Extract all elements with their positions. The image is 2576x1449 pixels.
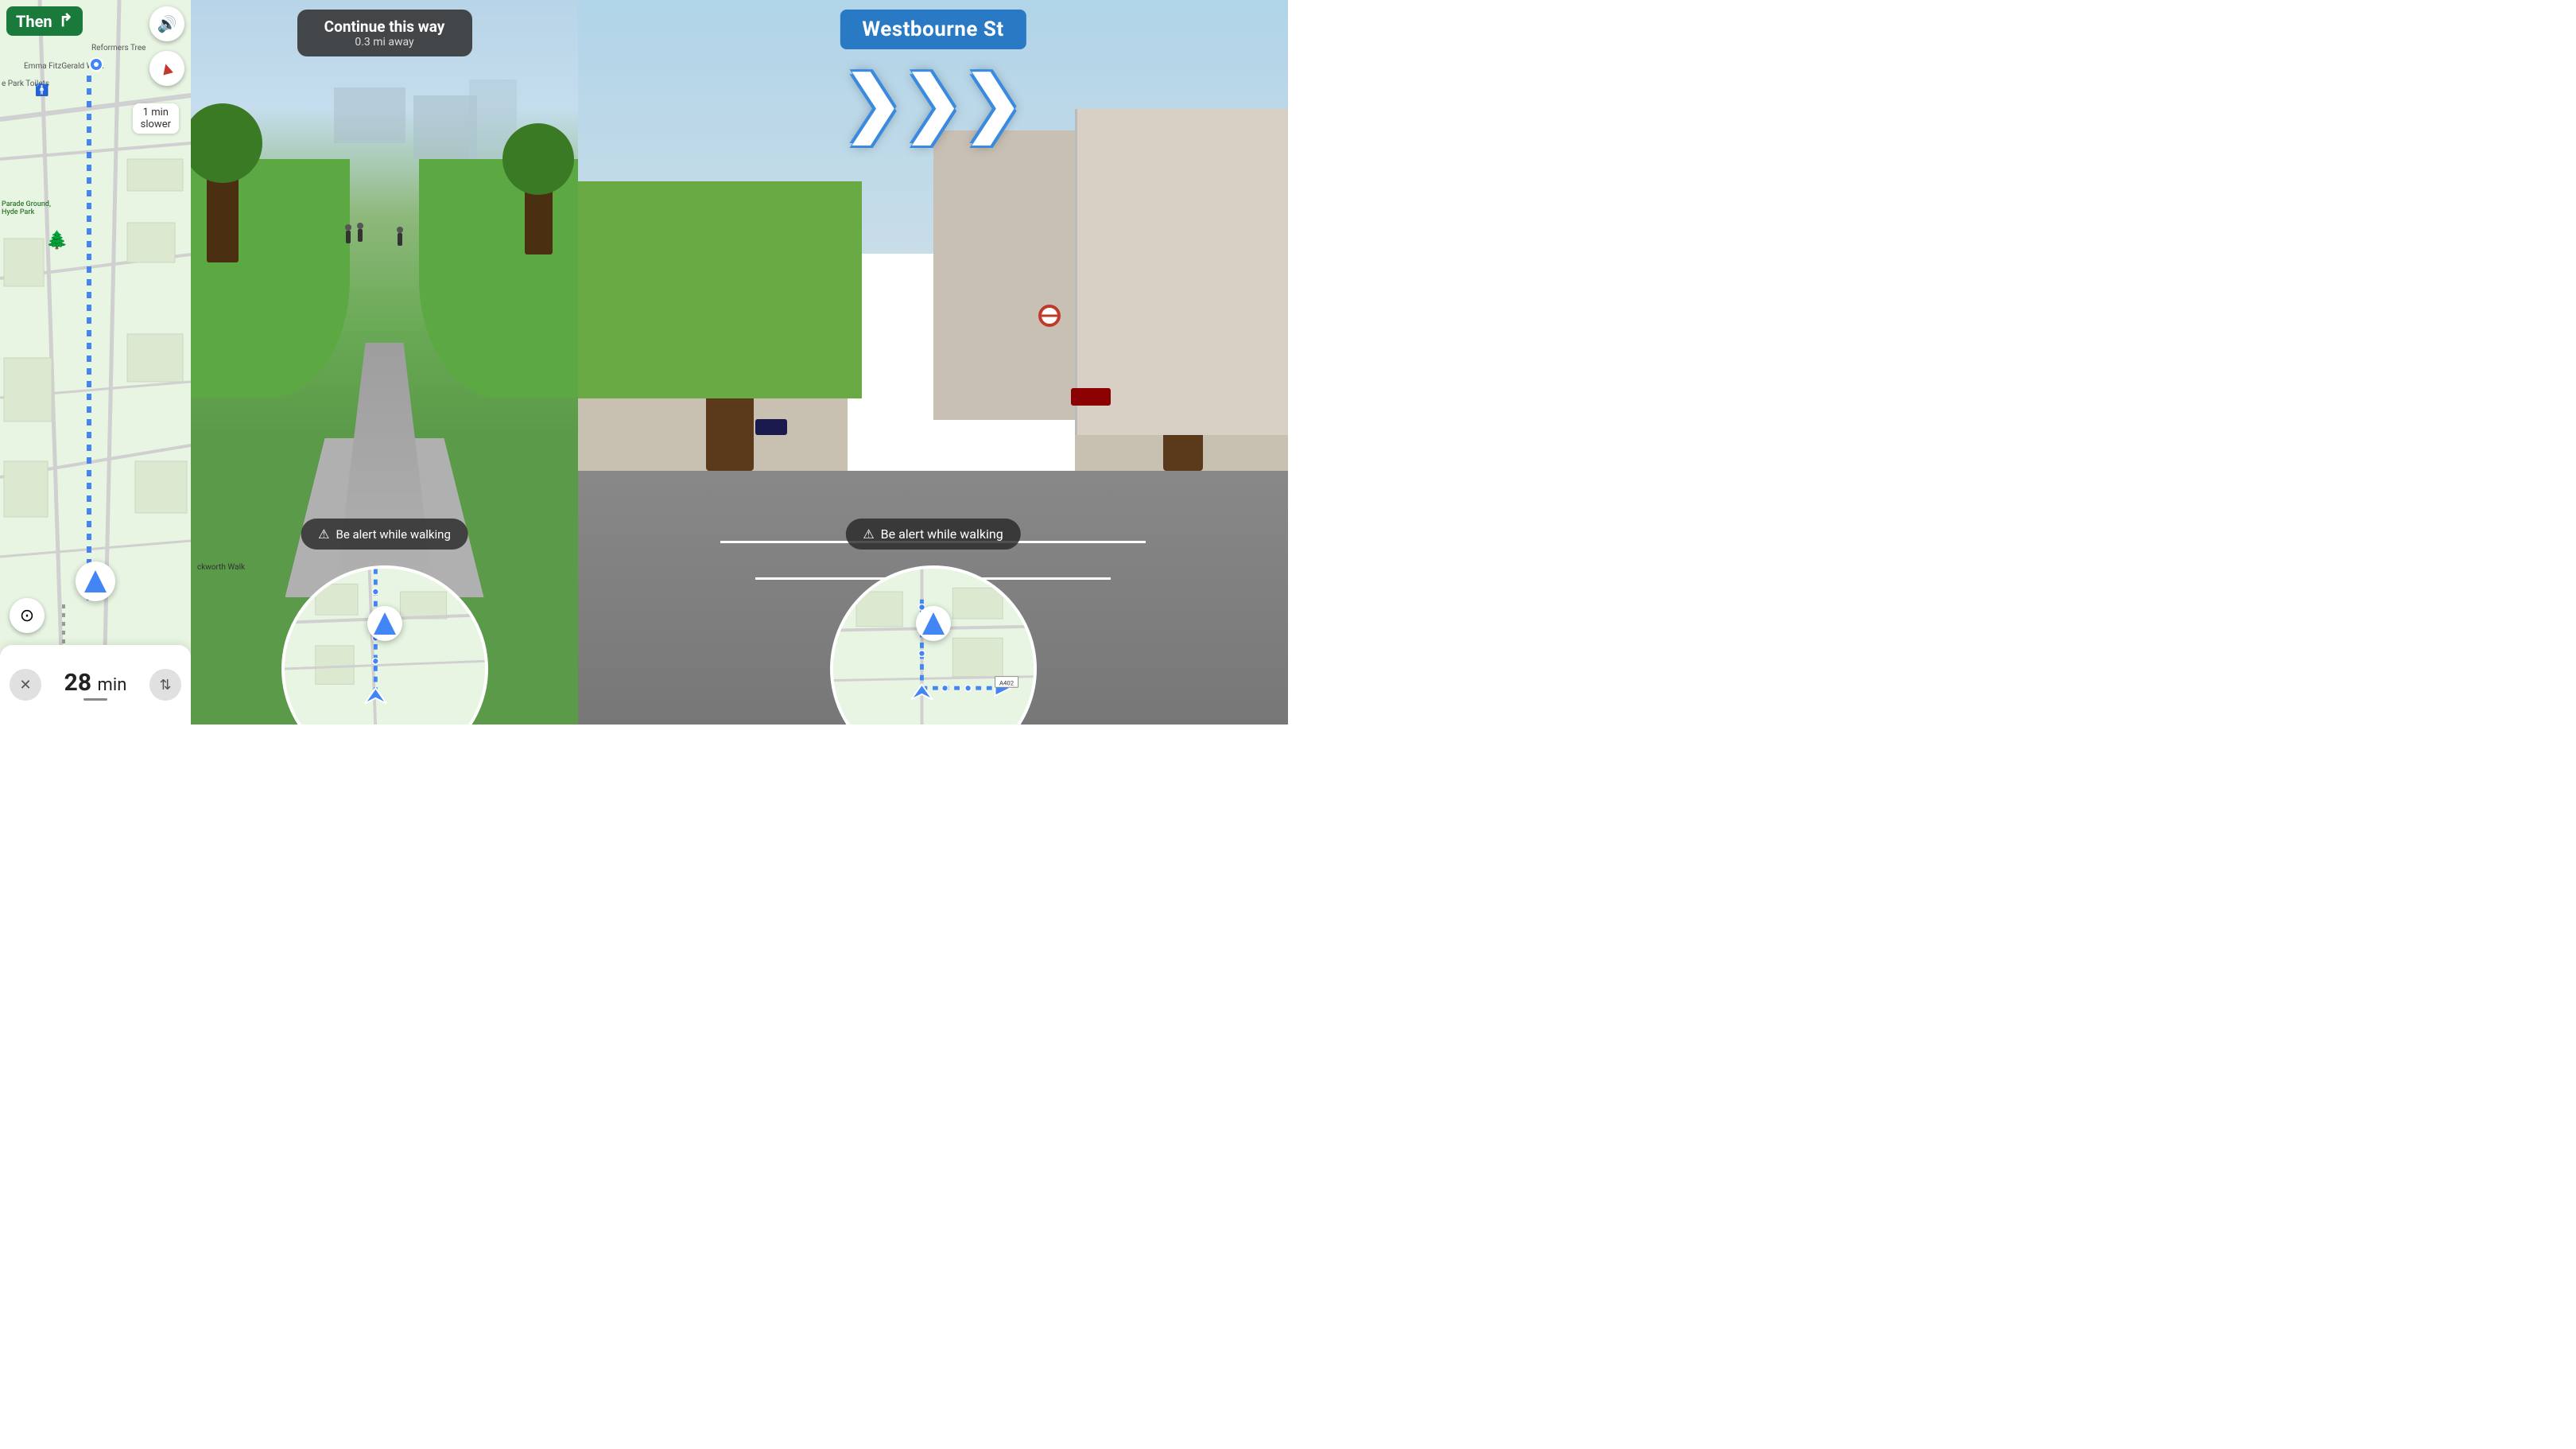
alert-icon-right: ⚠	[863, 526, 874, 542]
mini-map-inner-middle	[285, 569, 485, 724]
right-ar-panel: Westbourne St ❯ ❯ ❯ ⚠ Be alert while wal…	[578, 0, 1288, 724]
continue-title: Continue this way	[313, 17, 456, 36]
mini-nav-arrow-middle	[367, 606, 402, 641]
mini-map-middle	[281, 565, 488, 724]
pedestrian-3	[398, 233, 402, 246]
time-display: 28 min	[41, 669, 149, 701]
mini-map-svg-middle	[285, 569, 485, 724]
chevron-3: ❯	[963, 68, 1022, 139]
compass-button[interactable]: ▲	[149, 51, 184, 86]
street-building-right	[1075, 109, 1288, 435]
then-turn-icon: ↱	[59, 11, 73, 31]
street-name-text: Westbourne St	[862, 17, 1003, 41]
street-building-mid	[933, 130, 1076, 420]
close-navigation-button[interactable]: ✕	[10, 669, 41, 701]
bg-building-3	[334, 87, 405, 143]
pedestrian-2	[358, 229, 363, 242]
alert-icon-middle: ⚠	[318, 526, 329, 542]
park-tree-icon: 🌲	[46, 231, 68, 251]
mini-nav-arrow-shape-right	[922, 612, 945, 635]
grass-right	[419, 159, 578, 398]
time-unit: min	[98, 675, 127, 695]
compass-icon: ▲	[156, 56, 178, 81]
current-location-marker	[76, 561, 115, 601]
swap-route-button[interactable]: ⇅	[149, 669, 181, 701]
close-icon: ✕	[19, 677, 31, 693]
nav-arrow	[84, 570, 107, 592]
time-value: 28	[64, 669, 91, 697]
alert-badge-middle: ⚠ Be alert while walking	[301, 519, 468, 550]
bottom-navigation-bar: ✕ 28 min ⇅	[0, 645, 191, 724]
bg-tree-1	[207, 143, 239, 262]
bg-tree-2	[525, 159, 553, 254]
pedestrian-1	[346, 231, 351, 243]
street-greenery	[578, 181, 862, 398]
swap-icon: ⇅	[159, 677, 171, 693]
reformers-tree-label: Reformers Tree	[91, 44, 145, 52]
travel-time: 28 min	[41, 669, 149, 697]
location-target-icon: ⊙	[20, 606, 34, 626]
reformers-tree-marker	[89, 57, 103, 72]
sound-icon: 🔊	[157, 14, 177, 33]
chevron-1: ❯	[843, 68, 902, 139]
street-name-sign: Westbourne St	[840, 10, 1026, 49]
slower-line2: slower	[141, 118, 171, 130]
slower-badge: 1 min slower	[133, 103, 179, 134]
alert-text-right: Be alert while walking	[881, 526, 1003, 542]
location-target-button[interactable]: ⊙	[10, 598, 45, 633]
bg-building-1	[413, 95, 477, 159]
continue-distance: 0.3 mi away	[313, 36, 456, 49]
then-button[interactable]: Then ↱	[6, 6, 83, 36]
sound-button[interactable]: 🔊	[149, 6, 184, 41]
toilet-icon: 🚹	[35, 84, 48, 97]
slower-line1: 1 min	[141, 107, 171, 118]
road-restriction-sign	[1038, 305, 1061, 327]
car-1	[755, 419, 787, 435]
then-label: Then	[16, 12, 52, 31]
parade-ground-label: Parade Ground,Hyde Park	[2, 200, 51, 216]
svg-text:A402: A402	[999, 679, 1014, 686]
time-progress-bar	[83, 698, 107, 701]
mini-nav-arrow-right	[916, 606, 951, 641]
mini-nav-arrow-shape-middle	[374, 612, 396, 635]
direction-chevrons: ❯ ❯ ❯	[843, 68, 1022, 139]
chevron-2: ❯	[903, 68, 963, 139]
middle-ar-panel: ckworth Walk Continue this way 0.3 mi aw…	[191, 0, 578, 724]
alert-badge-right: ⚠ Be alert while walking	[845, 519, 1020, 550]
car-2	[1071, 388, 1111, 406]
continue-card: Continue this way 0.3 mi away	[297, 10, 472, 56]
left-map-panel: Then ↱ 🔊 ▲ 1 min slower Reformers Tree E…	[0, 0, 191, 724]
alert-text-middle: Be alert while walking	[336, 527, 450, 542]
ickworth-walk-label: ckworth Walk	[197, 563, 245, 572]
